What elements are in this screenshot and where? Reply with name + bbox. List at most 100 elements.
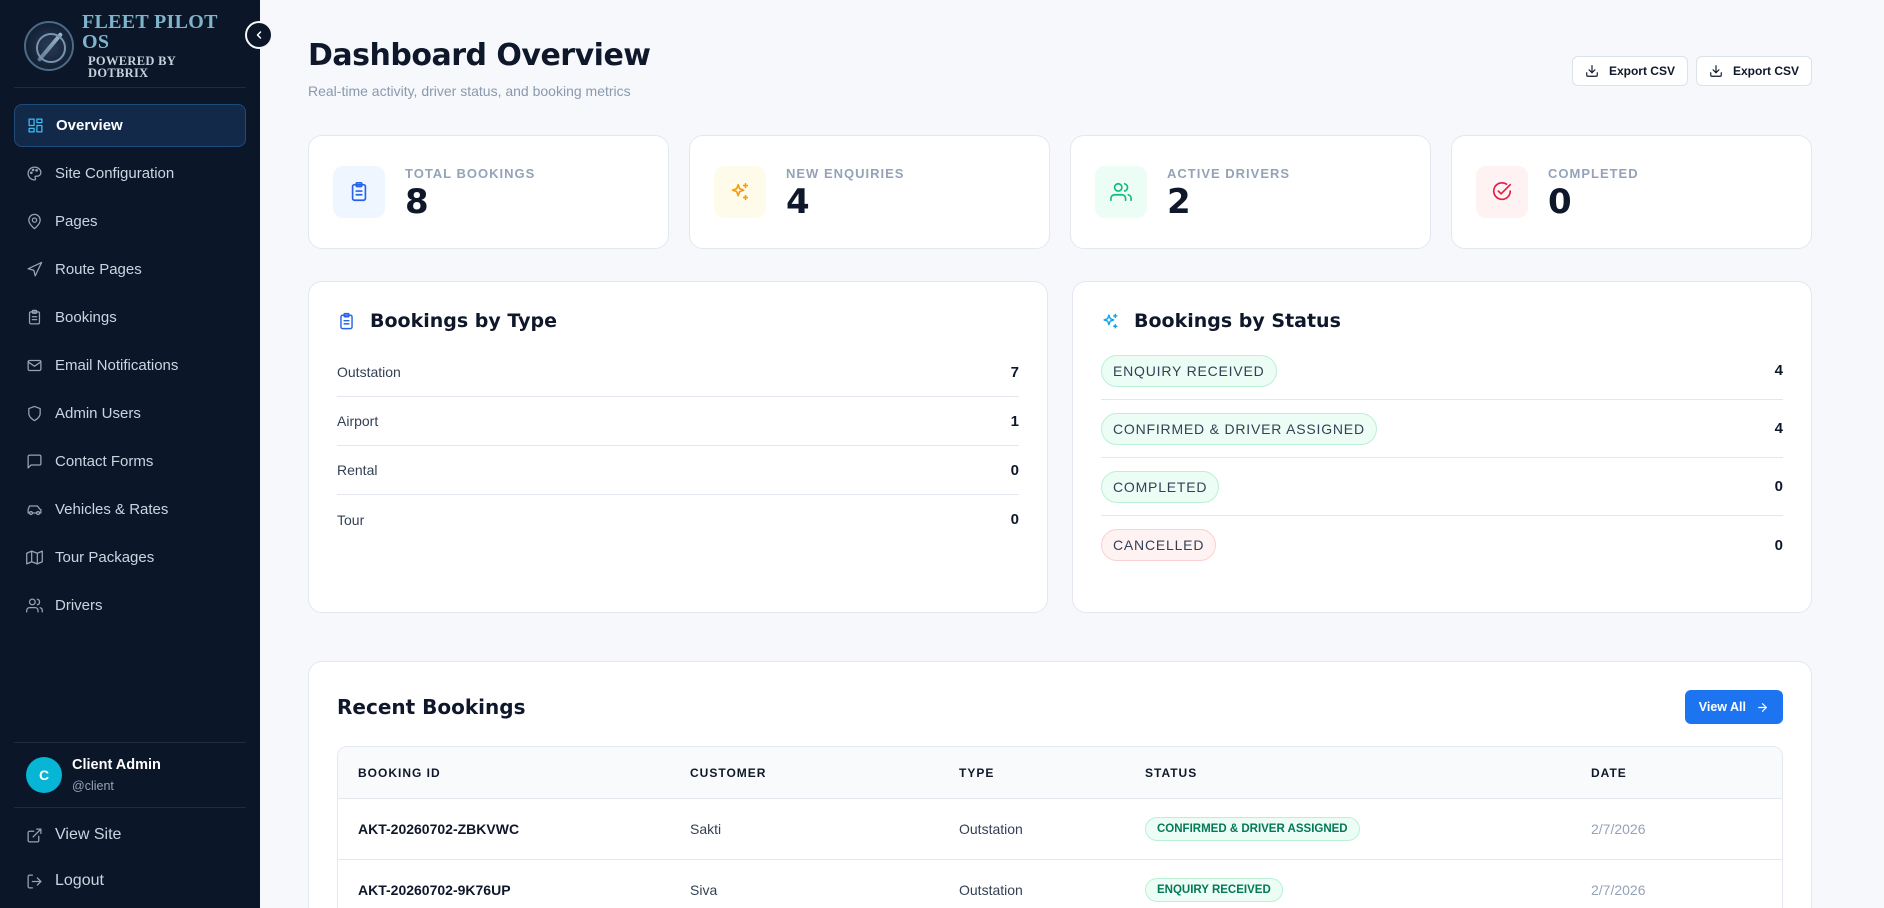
sparkles-icon bbox=[731, 182, 749, 201]
sidebar-item-admin-users[interactable]: Admin Users bbox=[14, 392, 246, 435]
sidebar-item-contact-forms[interactable]: Contact Forms bbox=[14, 440, 246, 483]
users-icon bbox=[1110, 182, 1132, 202]
sidebar-footer: C Client Admin @client View Site Logout bbox=[14, 742, 246, 908]
navigation-icon bbox=[27, 261, 43, 277]
recent-bookings-panel: Recent Bookings View All BOOKING ID CUST… bbox=[308, 661, 1812, 908]
page-subtitle: Real-time activity, driver status, and b… bbox=[308, 83, 631, 99]
export-csv-button-2[interactable]: Export CSV bbox=[1695, 56, 1812, 86]
list-item: CANCELLED 0 bbox=[1101, 516, 1783, 574]
status-badge: ENQUIRY RECEIVED bbox=[1101, 354, 1277, 387]
table-row[interactable]: AKT-20260702-ZBKVWC Sakti Outstation CON… bbox=[338, 799, 1782, 860]
booking-date: 2/7/2026 bbox=[1591, 821, 1646, 837]
view-all-button[interactable]: View All bbox=[1684, 690, 1783, 724]
type-label: Outstation bbox=[337, 364, 401, 380]
export-csv-label: Export CSV bbox=[1732, 64, 1799, 78]
status-count: 4 bbox=[1774, 420, 1783, 437]
sidebar-item-label: Site Configuration bbox=[55, 165, 175, 182]
stat-value: 4 bbox=[786, 181, 810, 222]
sidebar-item-route-pages[interactable]: Route Pages bbox=[14, 248, 246, 291]
type-count: 1 bbox=[1010, 412, 1019, 430]
type-count: 0 bbox=[1010, 461, 1019, 479]
bookings-table: BOOKING ID CUSTOMER TYPE STATUS DATE AKT… bbox=[337, 746, 1783, 908]
type-label: Rental bbox=[337, 462, 378, 478]
column-header[interactable]: TYPE bbox=[959, 766, 1145, 780]
stat-value: 2 bbox=[1167, 181, 1191, 222]
download-icon bbox=[1710, 65, 1722, 77]
list-item: Rental 0 bbox=[337, 446, 1019, 495]
column-header[interactable]: BOOKING ID bbox=[338, 766, 690, 780]
stat-icon-wrap bbox=[1476, 166, 1528, 218]
users-icon bbox=[26, 598, 43, 613]
table-header: BOOKING ID CUSTOMER TYPE STATUS DATE bbox=[338, 747, 1782, 799]
view-site-label: View Site bbox=[55, 826, 122, 843]
sidebar-item-label: Route Pages bbox=[55, 261, 142, 278]
sidebar-collapse-button[interactable] bbox=[245, 21, 273, 49]
download-icon bbox=[1586, 65, 1598, 77]
customer-name: Sakti bbox=[690, 821, 722, 837]
brand-title: FLEET PILOT OS bbox=[82, 10, 218, 53]
status-badge: COMPLETED bbox=[1101, 470, 1220, 503]
sidebar-item-overview[interactable]: Overview bbox=[14, 104, 246, 147]
bookings-by-status-panel: Bookings by Status ENQUIRY RECEIVED 4 CO… bbox=[1072, 281, 1812, 613]
booking-type: Outstation bbox=[959, 821, 1023, 837]
stat-icon-wrap bbox=[714, 166, 766, 218]
arrow-right-icon bbox=[1758, 702, 1767, 712]
sidebar: FLEET PILOT OS POWERED BY DOTBRIX Overvi… bbox=[0, 0, 260, 908]
sparkles-icon bbox=[1103, 313, 1118, 329]
panel-title: Bookings by Status bbox=[1134, 310, 1341, 332]
user-profile[interactable]: C Client Admin @client bbox=[14, 742, 246, 808]
status-count: 0 bbox=[1774, 536, 1783, 554]
stat-card-new-enquiries: NEW ENQUIRIES 4 bbox=[689, 135, 1050, 249]
stat-card-active-drivers: ACTIVE DRIVERS 2 bbox=[1070, 135, 1431, 249]
type-label: Airport bbox=[337, 413, 379, 429]
sidebar-item-label: Admin Users bbox=[55, 405, 141, 422]
status-badge: CANCELLED bbox=[1101, 529, 1217, 561]
car-icon bbox=[27, 505, 42, 516]
view-site-link[interactable]: View Site bbox=[14, 812, 246, 858]
map-pin-icon bbox=[28, 213, 41, 230]
avatar: C bbox=[26, 757, 62, 793]
stat-icon-wrap bbox=[333, 166, 385, 218]
logout-button[interactable]: Logout bbox=[14, 858, 246, 904]
booking-id: AKT-20260702-ZBKVWC bbox=[358, 821, 520, 837]
clipboard-icon bbox=[351, 182, 367, 202]
sidebar-item-vehicles-rates[interactable]: Vehicles & Rates bbox=[14, 488, 246, 531]
view-all-label: View All bbox=[1698, 700, 1746, 714]
grid-icon bbox=[28, 118, 43, 133]
sidebar-item-pages[interactable]: Pages bbox=[14, 200, 246, 243]
list-item: Tour 0 bbox=[337, 495, 1019, 544]
recent-bookings-title: Recent Bookings bbox=[337, 695, 526, 719]
logout-icon bbox=[27, 873, 42, 889]
stats-row: TOTAL BOOKINGS 8 NEW ENQUIRIES 4 ACTIVE … bbox=[308, 135, 1812, 249]
export-csv-button[interactable]: Export CSV bbox=[1571, 56, 1688, 86]
logout-label: Logout bbox=[55, 872, 104, 889]
sidebar-item-drivers[interactable]: Drivers bbox=[14, 584, 246, 627]
column-header[interactable]: DATE bbox=[1591, 766, 1782, 780]
column-header[interactable]: STATUS bbox=[1145, 766, 1591, 780]
type-count: 0 bbox=[1010, 511, 1019, 528]
page-title: Dashboard Overview bbox=[308, 38, 651, 73]
sidebar-item-label: Contact Forms bbox=[55, 453, 154, 470]
user-handle: @client bbox=[72, 779, 114, 793]
shield-icon bbox=[28, 405, 41, 422]
clipboard-icon bbox=[28, 309, 41, 325]
sidebar-item-site-configuration[interactable]: Site Configuration bbox=[14, 152, 246, 195]
palette-icon bbox=[27, 166, 42, 181]
clipboard-icon bbox=[340, 312, 353, 329]
list-item: CONFIRMED & DRIVER ASSIGNED 4 bbox=[1101, 400, 1783, 458]
sidebar-item-email-notifications[interactable]: Email Notifications bbox=[14, 344, 246, 387]
sidebar-item-tour-packages[interactable]: Tour Packages bbox=[14, 536, 246, 579]
list-item: ENQUIRY RECEIVED 4 bbox=[1101, 342, 1783, 400]
column-header[interactable]: CUSTOMER bbox=[690, 766, 959, 780]
status-count: 4 bbox=[1774, 362, 1783, 379]
compass-logo-icon bbox=[24, 20, 74, 71]
map-icon bbox=[26, 550, 43, 565]
stat-label: TOTAL BOOKINGS bbox=[405, 165, 536, 181]
booking-id: AKT-20260702-9K76UP bbox=[358, 882, 511, 898]
sidebar-item-bookings[interactable]: Bookings bbox=[14, 296, 246, 339]
brand[interactable]: FLEET PILOT OS POWERED BY DOTBRIX bbox=[14, 0, 246, 88]
stat-value: 8 bbox=[405, 181, 429, 222]
list-item: Outstation 7 bbox=[337, 348, 1019, 397]
table-row[interactable]: AKT-20260702-9K76UP Siva Outstation ENQU… bbox=[338, 860, 1782, 908]
brand-subtitle: POWERED BY DOTBRIX bbox=[88, 53, 176, 80]
